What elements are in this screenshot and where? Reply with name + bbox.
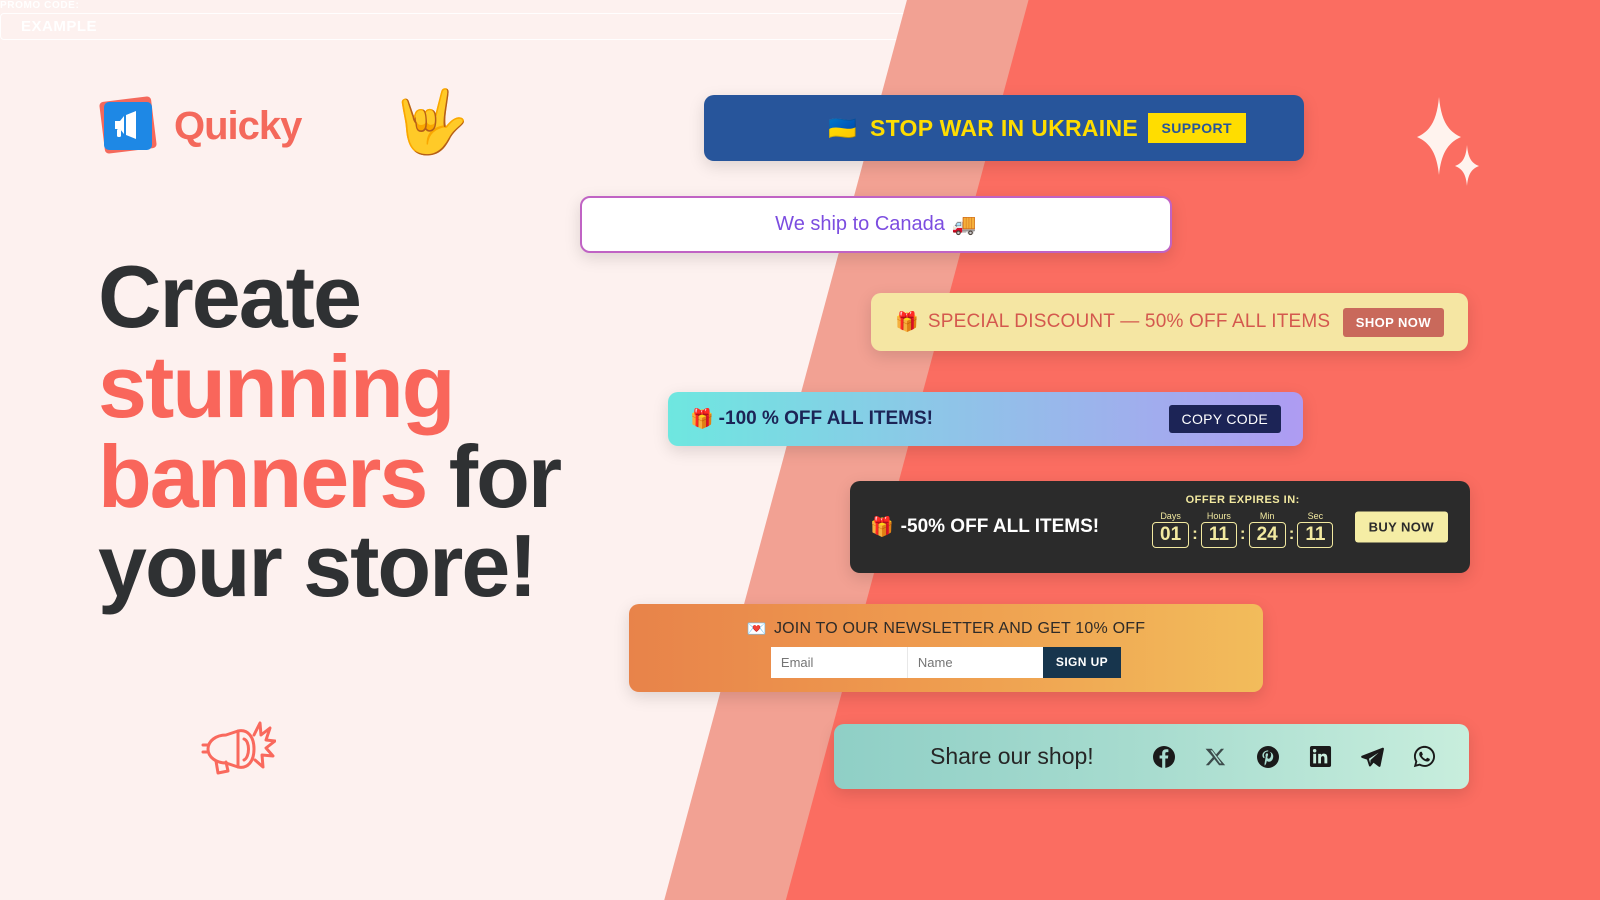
ukraine-message: STOP WAR IN UKRAINE (869, 114, 1139, 141)
love-you-hand-emoji: 🤟 (392, 88, 470, 157)
countdown-hours-value: 11 (1200, 522, 1237, 548)
ukraine-banner-text: 🇺🇦 STOP WAR IN UKRAINE 🇺🇦 (828, 115, 1180, 142)
newsletter-form: SIGN UP (770, 646, 1122, 678)
hero-left-column: Quicky 🤟 Create stunning banners for you… (0, 0, 640, 900)
brand-logo[interactable]: Quicky (98, 96, 302, 156)
support-button[interactable]: SUPPORT (1147, 113, 1246, 143)
delivery-truck-icon: 🚚 (951, 214, 977, 236)
whatsapp-icon[interactable] (1411, 744, 1437, 770)
shop-now-button[interactable]: SHOP NOW (1342, 307, 1444, 337)
banner-promo-code[interactable]: 🎁 -100 % OFF ALL ITEMS! COPY CODE (668, 392, 1303, 446)
social-icons-group (1151, 744, 1437, 770)
promo-message: -100 % OFF ALL ITEMS! (718, 408, 933, 429)
discount-message: SPECIAL DISCOUNT — 50% OFF ALL ITEMS (927, 311, 1331, 332)
countdown-hours-label: Hours (1206, 511, 1231, 521)
discount-banner-text: 🎁 SPECIAL DISCOUNT — 50% OFF ALL ITEMS (895, 310, 1330, 334)
copy-code-button[interactable]: COPY CODE (1168, 405, 1281, 433)
countdown-unit-min: Min 24 (1248, 511, 1286, 548)
countdown-min-value: 24 (1248, 522, 1286, 548)
shipping-message: We ship to Canada (775, 213, 945, 235)
headline-line-1: Create (98, 247, 362, 346)
headline-highlight-2: banners (98, 426, 428, 526)
countdown-timer: OFFER EXPIRES IN: Days 01 : Hours 11 : M… (1152, 494, 1334, 548)
banner-special-discount[interactable]: 🎁 SPECIAL DISCOUNT — 50% OFF ALL ITEMS S… (871, 293, 1468, 351)
headline-line-3: your store! (98, 516, 538, 616)
countdown-sec-label: Sec (1307, 511, 1324, 521)
brand-name: Quicky (174, 103, 302, 148)
love-letter-icon: 💌 (746, 620, 767, 638)
name-field[interactable] (906, 646, 1043, 678)
countdown-unit-days: Days 01 (1152, 511, 1190, 548)
headline-line-2-tail: for (426, 426, 562, 526)
telegram-icon[interactable] (1359, 744, 1385, 770)
gift-icon: 🎁 (870, 517, 894, 538)
promo-banner-text: 🎁 -100 % OFF ALL ITEMS! (690, 407, 933, 431)
countdown-message: -50% OFF ALL ITEMS! (900, 516, 1100, 537)
email-field[interactable] (770, 646, 907, 678)
countdown-unit-sec: Sec 11 (1297, 511, 1334, 548)
countdown-title: OFFER EXPIRES IN: (1185, 494, 1300, 506)
ukraine-flag-left-icon: 🇺🇦 (827, 114, 857, 141)
megaphone-logo-icon (98, 96, 158, 156)
newsletter-message: JOIN TO OUR NEWSLETTER AND GET 10% OFF (773, 619, 1146, 637)
countdown-sec-value: 11 (1297, 522, 1334, 548)
share-banner-text: Share our shop! (930, 743, 1094, 769)
shipping-banner-text: We ship to Canada 🚚 (775, 212, 977, 237)
countdown-separator: : (1239, 524, 1246, 543)
countdown-days-label: Days (1160, 511, 1181, 521)
x-twitter-icon[interactable] (1203, 744, 1229, 770)
gift-icon: 🎁 (895, 312, 919, 333)
linkedin-icon[interactable] (1307, 744, 1333, 770)
banner-share-shop[interactable]: Share our shop! (834, 724, 1469, 789)
pinterest-icon[interactable] (1255, 744, 1281, 770)
page-title: Create stunning banners for your store! (98, 252, 638, 611)
sparkles-doodle-icon (1405, 95, 1485, 195)
sign-up-button[interactable]: SIGN UP (1042, 646, 1122, 678)
banner-stop-war-ukraine[interactable]: 🇺🇦 STOP WAR IN UKRAINE 🇺🇦 SUPPORT (704, 95, 1304, 161)
countdown-separator: : (1192, 524, 1198, 543)
countdown-separator: : (1288, 524, 1295, 543)
countdown-unit-hours: Hours 11 (1200, 511, 1237, 548)
facebook-icon[interactable] (1151, 744, 1177, 770)
headline-highlight-1: stunning (98, 336, 455, 436)
buy-now-button[interactable]: BUY NOW (1354, 511, 1448, 543)
banner-shipping-notice[interactable]: We ship to Canada 🚚 (580, 196, 1172, 253)
banner-newsletter-signup[interactable]: 💌 JOIN TO OUR NEWSLETTER AND GET 10% OFF… (629, 604, 1263, 692)
countdown-banner-text: 🎁 -50% OFF ALL ITEMS! (870, 515, 1099, 539)
newsletter-title: 💌 JOIN TO OUR NEWSLETTER AND GET 10% OFF (747, 619, 1145, 639)
countdown-days-value: 01 (1152, 522, 1190, 548)
gift-icon: 🎁 (690, 409, 714, 430)
countdown-min-label: Min (1259, 511, 1275, 521)
megaphone-doodle-icon (198, 715, 277, 790)
